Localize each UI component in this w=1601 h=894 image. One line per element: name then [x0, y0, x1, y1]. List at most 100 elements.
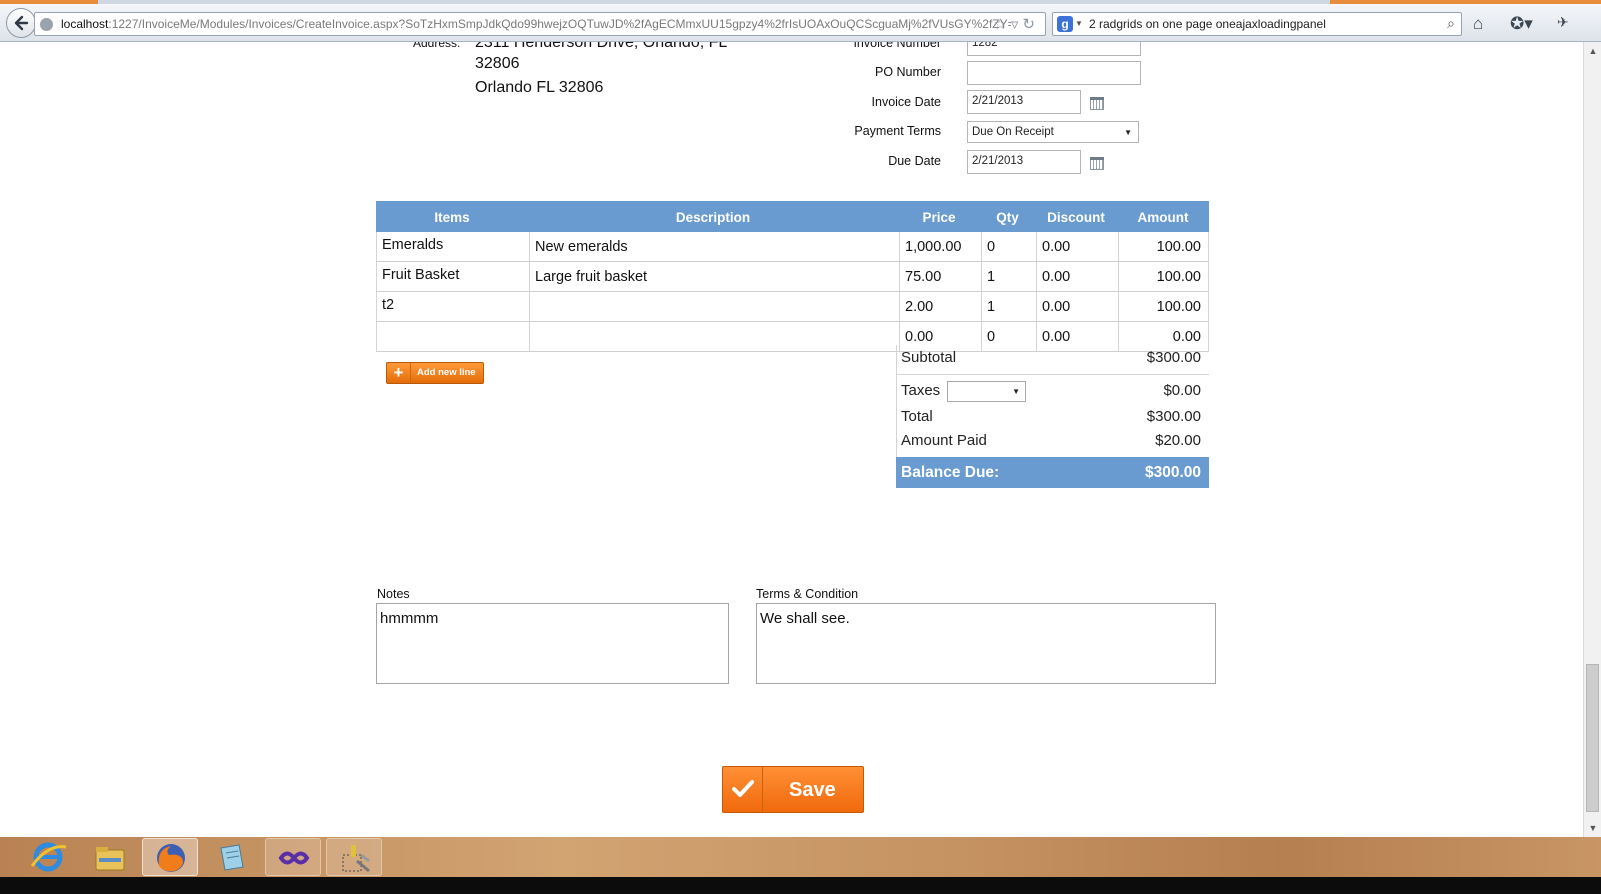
cell-discount[interactable]: 0.00 [1036, 232, 1118, 262]
header-price[interactable]: Price [898, 210, 980, 225]
url-text[interactable]: localhost:1227/InvoiceMe/Modules/Invoice… [61, 17, 1011, 31]
chevron-down-icon[interactable]: ▼ [1124, 128, 1132, 137]
cell-item[interactable] [377, 322, 529, 352]
amount-paid-value: $20.00 [1155, 432, 1201, 449]
terms-textarea[interactable]: We shall see. [756, 603, 1216, 684]
url-host: localhost [61, 17, 109, 31]
bookmarks-menu-icon[interactable]: ✪▾ [1510, 14, 1533, 34]
firefox-icon[interactable] [142, 838, 198, 876]
internet-explorer-icon[interactable] [20, 838, 76, 876]
po-number-field[interactable] [967, 61, 1141, 85]
header-qty[interactable]: Qty [980, 210, 1035, 225]
reload-icon[interactable]: ↻ [1022, 16, 1039, 33]
address-line-1: 2311 Henderson Drive, Orlando, FL [475, 42, 728, 51]
file-explorer-icon[interactable] [81, 838, 137, 876]
table-row: Fruit Basket Large fruit basket 75.00 1 … [376, 262, 1209, 292]
total-value: $300.00 [1146, 408, 1201, 425]
cell-description[interactable] [529, 292, 899, 322]
back-arrow-icon [14, 15, 29, 31]
save-button[interactable]: Save [722, 766, 864, 813]
chevron-down-icon[interactable]: ▼ [1075, 19, 1083, 28]
total-label: Total [901, 408, 933, 425]
payment-terms-select[interactable]: Due On Receipt ▼ [967, 121, 1139, 143]
invoice-number-field[interactable]: 1282 [967, 42, 1141, 56]
address-label: Address: [413, 42, 461, 50]
header-amount[interactable]: Amount [1117, 210, 1209, 225]
cell-item[interactable]: Emeralds [377, 232, 529, 262]
history-dropdown-icon[interactable]: ▿ [1011, 16, 1023, 33]
cell-description[interactable] [529, 322, 899, 352]
search-input[interactable]: 2 radgrids on one page oneajaxloadingpan… [1089, 17, 1326, 31]
add-new-line-label: Add new line [417, 367, 476, 378]
tools-icon[interactable] [326, 838, 382, 876]
cell-price[interactable]: 75.00 [899, 262, 981, 292]
balance-due-label: Balance Due: [901, 464, 1000, 481]
browser-toolbar: localhost:1227/InvoiceMe/Modules/Invoice… [0, 4, 1601, 42]
taxes-row: Taxes ▼ $0.00 [896, 378, 1209, 402]
amount-paid-row: Amount Paid $20.00 [896, 428, 1209, 452]
url-path: :1227/InvoiceMe/Modules/Invoices/CreateI… [108, 17, 1011, 31]
taskbar [0, 837, 1601, 877]
header-discount[interactable]: Discount [1035, 210, 1117, 225]
payment-terms-label: Payment Terms [854, 124, 941, 138]
page-content: Address: 2311 Henderson Drive, Orlando, … [0, 42, 1583, 837]
plus-icon: + [387, 363, 411, 383]
balance-due-value: $300.00 [1144, 464, 1201, 481]
cell-item[interactable]: Fruit Basket [377, 262, 529, 292]
url-bar-icons: ☆▿↻ [993, 15, 1039, 33]
calendar-icon[interactable] [1090, 97, 1104, 110]
totals-separator [896, 374, 1209, 375]
po-number-label: PO Number [875, 65, 941, 79]
subtotal-row: Subtotal $300.00 [896, 345, 1209, 369]
cell-amount: 100.00 [1118, 262, 1209, 292]
invoice-number-label: Invoice Number [853, 42, 941, 50]
grid-header: Items Description Price Qty Discount Amo… [376, 201, 1209, 232]
address-line-3: Orlando FL 32806 [475, 79, 604, 96]
taxes-label: Taxes [901, 382, 941, 399]
balance-due-row: Balance Due: $300.00 [896, 457, 1209, 488]
cell-discount[interactable]: 0.00 [1036, 292, 1118, 322]
scrollbar-thumb[interactable] [1586, 664, 1599, 812]
terms-label: Terms & Condition [756, 587, 859, 601]
cell-discount[interactable]: 0.00 [1036, 262, 1118, 292]
cell-price[interactable]: 1,000.00 [899, 232, 981, 262]
save-label: Save [789, 779, 836, 801]
amount-paid-label: Amount Paid [901, 432, 987, 449]
checkmark-icon [723, 767, 763, 812]
header-description[interactable]: Description [528, 210, 898, 225]
google-icon[interactable]: g [1057, 16, 1073, 32]
vertical-scrollbar[interactable]: ▲ ▼ [1583, 42, 1601, 837]
home-icon[interactable]: ⌂ [1473, 14, 1483, 34]
cell-qty[interactable]: 1 [981, 292, 1036, 322]
scroll-down-icon[interactable]: ▼ [1584, 819, 1601, 837]
notepad-icon[interactable] [203, 838, 259, 876]
invoice-date-label: Invoice Date [871, 95, 941, 109]
header-items[interactable]: Items [376, 210, 528, 225]
bookmark-star-icon[interactable]: ☆ [993, 16, 1010, 33]
invoice-date-field[interactable]: 2/21/2013 [967, 90, 1081, 114]
back-button[interactable] [6, 8, 36, 38]
visual-studio-icon[interactable] [265, 838, 321, 876]
addon-icon[interactable]: ✈ [1557, 14, 1569, 31]
cell-price[interactable]: 2.00 [899, 292, 981, 322]
notes-label: Notes [377, 587, 410, 601]
screen-bottom-edge [0, 877, 1601, 894]
cell-item[interactable]: t2 [377, 292, 529, 322]
taxes-select[interactable]: ▼ [947, 381, 1026, 402]
cell-amount: 100.00 [1118, 232, 1209, 262]
due-date-field[interactable]: 2/21/2013 [967, 150, 1081, 174]
add-new-line-button[interactable]: + Add new line [386, 362, 484, 384]
calendar-icon[interactable] [1090, 157, 1104, 170]
scroll-up-icon[interactable]: ▲ [1584, 42, 1601, 60]
cell-description[interactable]: Large fruit basket [529, 262, 899, 292]
cell-qty[interactable]: 0 [981, 232, 1036, 262]
cell-description[interactable]: New emeralds [529, 232, 899, 262]
notes-textarea[interactable]: hmmmm [376, 603, 729, 684]
cell-qty[interactable]: 1 [981, 262, 1036, 292]
address-bar[interactable]: localhost:1227/InvoiceMe/Modules/Invoice… [34, 12, 1046, 36]
search-icon[interactable]: ⌕ [1447, 15, 1455, 32]
search-bar[interactable]: g ▼ 2 radgrids on one page oneajaxloadin… [1052, 12, 1462, 36]
chevron-down-icon[interactable]: ▼ [1012, 387, 1020, 396]
subtotal-value: $300.00 [1146, 349, 1201, 366]
total-row: Total $300.00 [896, 404, 1209, 428]
